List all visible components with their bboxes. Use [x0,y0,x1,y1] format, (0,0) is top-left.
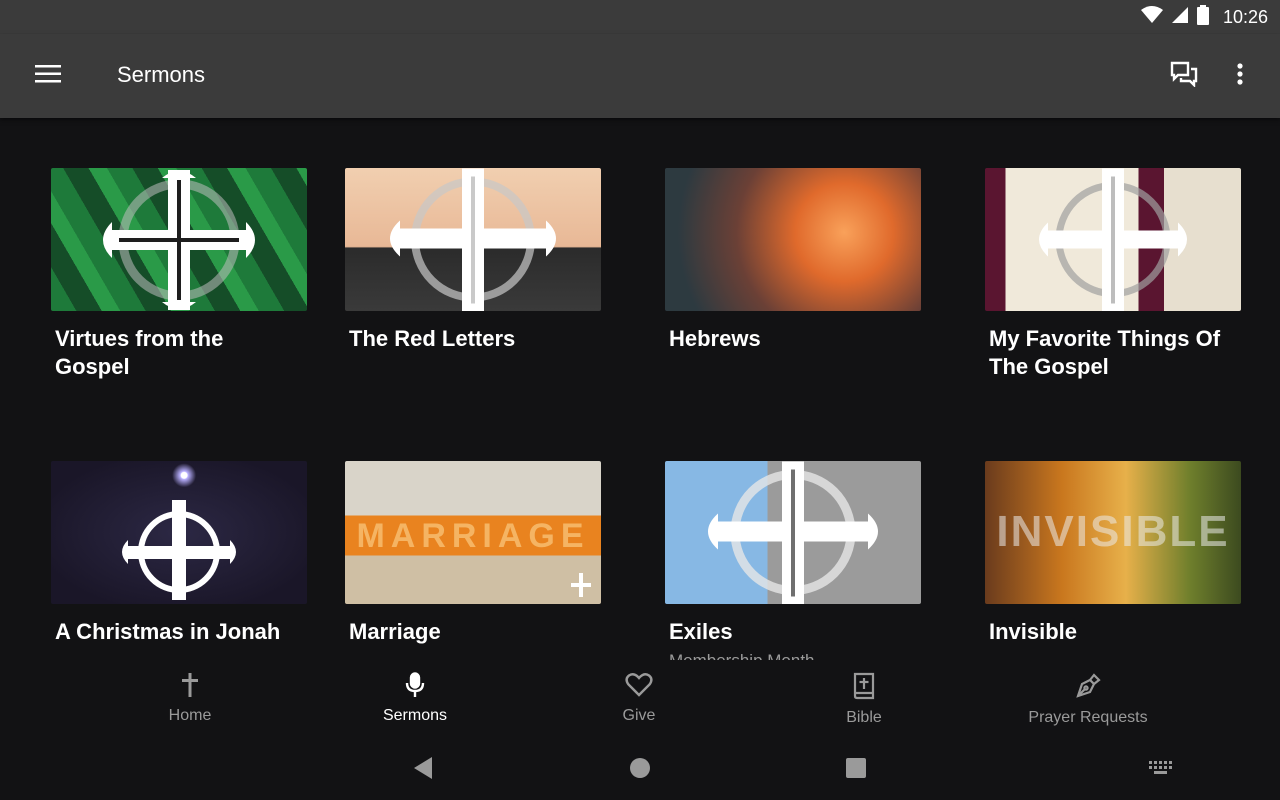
sermon-thumbnail [665,168,921,311]
church-cross-logo [1039,168,1187,311]
status-bar: 10:26 [0,0,1280,34]
nav-sermons[interactable]: Sermons [325,672,505,734]
back-button[interactable] [405,756,441,784]
church-cross-logo [122,499,236,600]
nav-label: Prayer Requests [1028,709,1148,726]
hamburger-icon [35,64,61,88]
sermon-title: My Favorite Things Of The Gospel [989,326,1221,379]
chat-button[interactable] [1164,58,1204,94]
nav-prayer-requests[interactable]: Prayer Requests [998,672,1178,734]
thumbnail-series-text: MARRIAGE [356,517,590,555]
church-cross-logo [571,573,591,597]
sermon-title: Hebrews [669,326,761,351]
system-navigation-bar [0,740,1280,800]
church-cross-logo [708,461,878,604]
recents-square-icon [845,757,867,784]
sermon-card[interactable]: INVISIBLE Invisible [985,461,1241,646]
recents-button[interactable] [838,756,874,784]
bible-icon [852,672,876,705]
thumbnail-series-text: INVISIBLE [996,507,1230,556]
church-cross-logo [103,169,255,310]
microphone-icon [404,672,426,703]
sermon-thumbnail: INVISIBLE [985,461,1241,604]
sermon-title: Virtues from the Gospel [55,326,224,379]
sermon-title: Exiles [669,619,733,644]
keyboard-button[interactable] [1143,756,1179,784]
nav-bible[interactable]: Bible [774,672,954,734]
status-time: 10:26 [1222,6,1268,27]
nav-give[interactable]: Give [549,672,729,734]
home-circle-icon [629,757,651,784]
home-button[interactable] [622,756,658,784]
sermon-thumbnail [51,168,307,311]
sermon-thumbnail [985,168,1241,311]
menu-button[interactable] [28,60,68,92]
nav-label: Home [168,707,212,724]
back-icon [412,756,434,785]
cross-icon [180,672,200,703]
nav-label: Give [622,707,656,724]
sermon-card[interactable]: My Favorite Things Of The Gospel [985,168,1241,381]
church-cross-logo [390,168,556,311]
nav-label: Bible [846,709,882,726]
sermon-card[interactable]: MARRIAGE Marriage [345,461,601,646]
sermon-card[interactable]: Hebrews [665,168,921,353]
sermon-title: Invisible [989,619,1078,644]
sermon-title: A Christmas in Jonah [55,619,281,644]
chat-icon [1170,61,1198,92]
keyboard-icon [1149,760,1173,780]
signal-icon [1171,6,1189,29]
sermon-subtitle: Membership Month [665,650,921,660]
sermon-grid: Virtues from the Gospel The Red Letters … [0,118,1280,660]
sermon-thumbnail [665,461,921,604]
page-title: Sermons [117,62,206,87]
app-bar: Sermons [0,34,1280,118]
sermon-thumbnail [345,168,601,311]
sermon-card[interactable]: A Christmas in Jonah [51,461,307,646]
sermon-title: Marriage [349,619,441,644]
sermon-thumbnail: MARRIAGE [345,461,601,604]
nav-home[interactable]: Home [100,672,280,734]
sermon-card[interactable]: Virtues from the Gospel [51,168,307,381]
heart-icon [625,672,653,703]
sermon-thumbnail [51,461,307,604]
sermon-card[interactable]: Exiles Membership Month [665,461,921,660]
sermon-card[interactable]: The Red Letters [345,168,601,353]
more-vert-icon [1237,62,1243,90]
pen-icon [1074,672,1102,705]
more-options-button[interactable] [1224,58,1256,94]
sermon-title: The Red Letters [349,326,516,351]
nav-label: Sermons [382,707,448,724]
wifi-icon [1140,5,1163,29]
bottom-navigation: Home Sermons Give Bible Prayer Requests [0,660,1280,740]
battery-icon [1196,4,1209,30]
